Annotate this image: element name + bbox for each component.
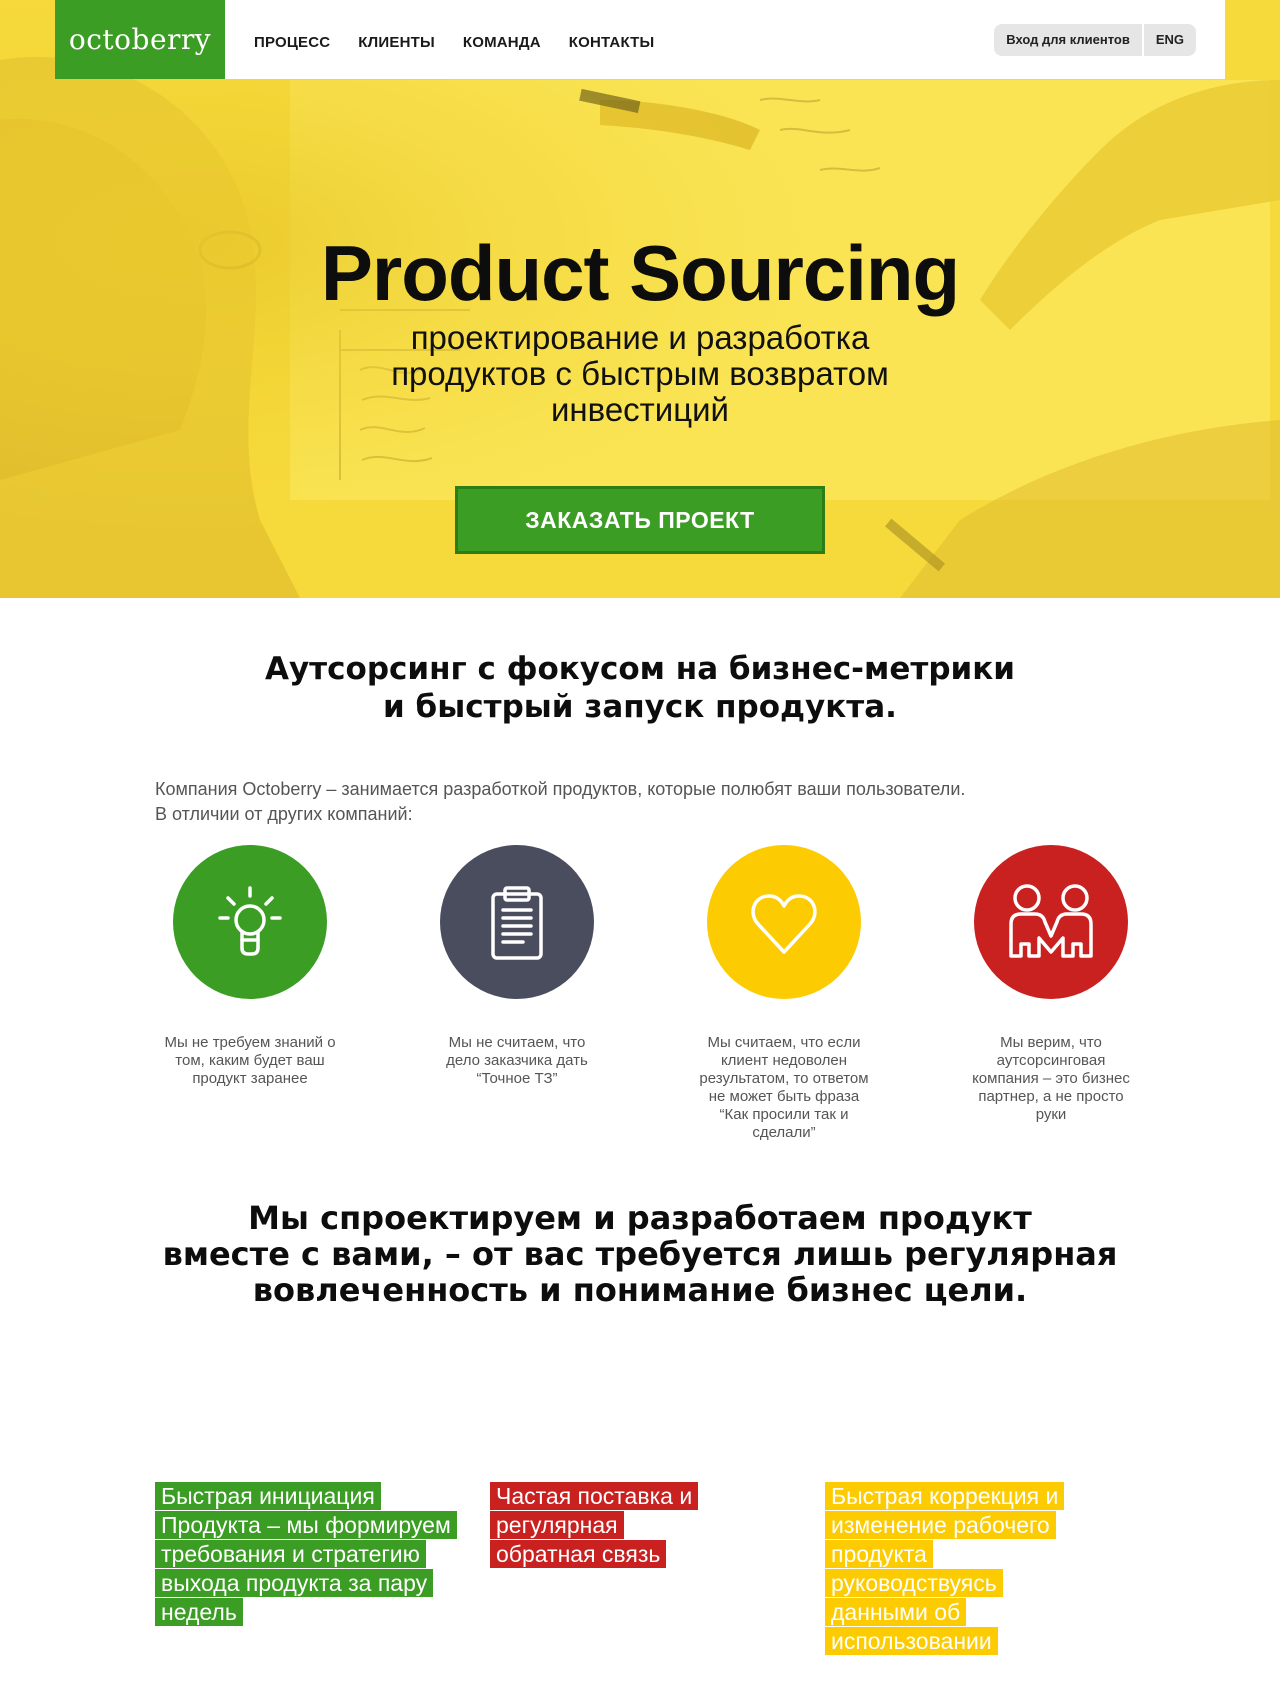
feature-text: Мы не считаем, что дело заказчика дать “… (446, 1034, 588, 1087)
hero-section: octoberry ПРОЦЕСС КЛИЕНТЫ КОМАНДА КОНТАК… (0, 0, 1280, 598)
section-title-collaboration: Мы спроектируем и разработаем продукт вм… (0, 1200, 1280, 1308)
feature-text: Мы не требуем знаний о том, каким будет … (164, 1034, 336, 1087)
feature-item: Мы считаем, что если клиент недоволен ре… (689, 845, 879, 1142)
section-title-line: и быстрый запуск продукта. (383, 689, 897, 725)
auth-controls: Вход для клиентов ENG (994, 23, 1196, 56)
lightbulb-icon (173, 845, 327, 999)
intro-line: Компания Octoberry – занимается разработ… (155, 779, 966, 799)
nav-item-team[interactable]: КОМАНДА (463, 34, 541, 51)
nav-item-clients[interactable]: КЛИЕНТЫ (358, 34, 435, 51)
highlight-text: Быстрая коррекция и изменение рабочего п… (825, 1482, 1065, 1655)
section-title-line: Мы спроектируем и разработаем продукт (248, 1199, 1032, 1237)
language-switch-button[interactable]: ENG (1143, 23, 1196, 56)
heart-icon (707, 845, 861, 999)
features-row: Мы не требуем знаний о том, каким будет … (155, 845, 1135, 1155)
highlight-text: Частая поставка и регулярная обратная св… (490, 1482, 699, 1568)
partners-icon (974, 845, 1128, 999)
intro-line: В отличии от других компаний: (155, 804, 413, 824)
nav-item-contacts[interactable]: КОНТАКТЫ (569, 34, 655, 51)
feature-item: Мы не считаем, что дело заказчика дать “… (422, 845, 612, 1088)
highlight-fast-correction: Быстрая коррекция и изменение рабочего п… (825, 1482, 1095, 1656)
octoberry-logo[interactable]: octoberry (55, 0, 225, 79)
section-title-line: вовлеченность и понимание бизнес цели. (252, 1271, 1028, 1309)
section-title-outsourcing: Аутсорсинг с фокусом на бизнес-метрики и… (0, 650, 1280, 726)
feature-text: Мы верим, что аутсорсинговая компания – … (972, 1034, 1130, 1123)
clipboard-icon (440, 845, 594, 999)
highlight-frequent-delivery: Частая поставка и регулярная обратная св… (490, 1482, 720, 1569)
top-navbar: octoberry ПРОЦЕСС КЛИЕНТЫ КОМАНДА КОНТАК… (55, 0, 1225, 79)
feature-text: Мы считаем, что если клиент недоволен ре… (699, 1034, 869, 1141)
client-login-button[interactable]: Вход для клиентов (994, 23, 1142, 56)
section-title-line: Аутсорсинг с фокусом на бизнес-метрики (264, 651, 1015, 687)
hero-title: Product Sourcing (320, 229, 960, 317)
highlight-fast-initiation: Быстрая инициация Продукта – мы формируе… (155, 1482, 457, 1627)
section-title-line: вместе с вами, – от вас требуется лишь р… (162, 1235, 1118, 1273)
highlight-text: Быстрая инициация Продукта – мы формируе… (155, 1482, 457, 1626)
feature-item: Мы верим, что аутсорсинговая компания – … (956, 845, 1146, 1124)
order-project-button[interactable]: ЗАКАЗАТЬ ПРОЕКТ (455, 486, 825, 554)
nav-item-process[interactable]: ПРОЦЕСС (254, 34, 330, 51)
feature-item: Мы не требуем знаний о том, каким будет … (155, 845, 345, 1088)
hero-subtitle: проектирование и разработка продуктов с … (391, 319, 889, 428)
main-menu: ПРОЦЕСС КЛИЕНТЫ КОМАНДА КОНТАКТЫ (254, 28, 654, 51)
intro-text: Компания Octoberry – занимается разработ… (155, 777, 1135, 827)
